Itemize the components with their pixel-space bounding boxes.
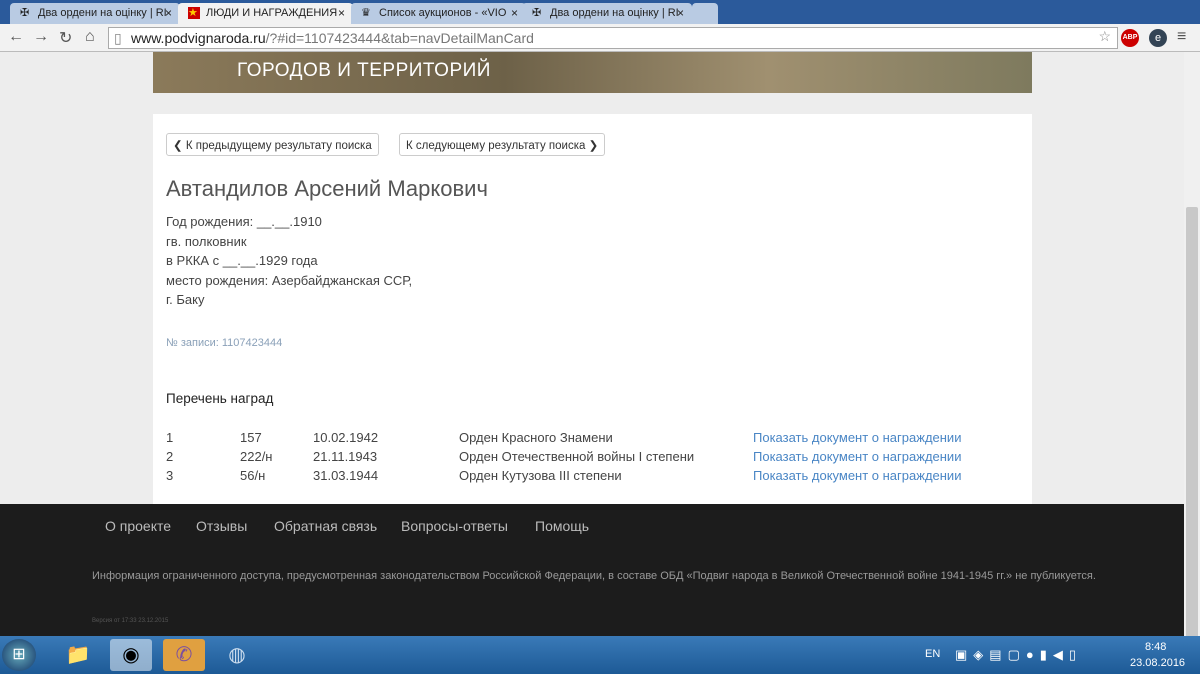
show-document-link[interactable]: Показать документ о награждении [753,430,961,445]
adblock-icon[interactable]: ABP [1121,29,1139,47]
page-icon: ▯ [114,30,122,46]
close-tab-icon[interactable]: × [511,6,518,20]
menu-icon[interactable]: ≡ [1177,28,1186,46]
award-row: 1 157 10.02.1942 Орден Красного Знамени Пока… [166,430,962,445]
close-tab-icon[interactable]: × [677,6,684,20]
prev-result-button[interactable]: ❮ К предыдущему результату поиска [166,133,379,156]
taskbar: ⊞ 📁 ◉ ✆ ◍ EN ▣◈▤▢●▮◀▯ 8:48 23.08.2016 [0,636,1200,674]
award-row: 3 56/н 31.03.1944 Орден Кутузова III степен… [166,468,962,483]
record-number: № записи: 1107423444 [166,337,283,349]
show-document-link[interactable]: Показать документ о награждении [753,468,961,483]
clock-date[interactable]: 23.08.2016 [1130,657,1185,669]
address-bar[interactable]: ▯ www.podvignaroda.ru/?#id=1107423444&tab… [108,27,1118,49]
home-icon[interactable]: ⌂ [85,28,95,46]
show-document-link[interactable]: Показать документ о награждении [753,449,961,464]
close-tab-icon[interactable]: × [338,6,345,20]
back-icon[interactable]: ← [8,28,24,46]
language-indicator[interactable]: EN [925,648,940,660]
awards-title: Перечень наград [166,391,274,406]
tab-strip: ✠ Два ордени на оцінку | RI × ★ ЛЮДИ И НАГР… [0,0,1200,24]
cross-icon: ✠ [532,7,542,19]
page-content: ГОРОДОВ И ТЕРРИТОРИЙ ❮ К предыдущему рез… [0,52,1184,636]
browser-toolbar: ← → ↻ ⌂ ▯ www.podvignaroda.ru/?#id=110742… [0,24,1200,52]
reload-icon[interactable]: ↻ [59,28,72,48]
person-info: Год рождения: __.__.1910 гв. полковник в… [166,214,413,307]
crown-icon: ♛ [361,7,371,19]
google-earth-icon[interactable]: ◍ [216,639,258,671]
viber-icon[interactable]: ✆ [163,639,205,671]
footer-link-help[interactable]: Помощь [535,518,589,534]
tab-2[interactable]: ★ ЛЮДИ И НАГРАЖДЕНИЯ × [178,3,353,24]
scrollbar[interactable] [1184,52,1200,637]
start-button[interactable]: ⊞ [2,639,36,671]
person-name: Автандилов Арсений Маркович [166,176,488,201]
scrollbar-thumb[interactable] [1186,207,1198,637]
tab-1[interactable]: ✠ Два ордени на оцінку | RI × [10,3,180,24]
tab-4[interactable]: ✠ Два ордени на оцінку | RI × [522,3,692,24]
tray-icons[interactable]: ▣◈▤▢●▮◀▯ [955,647,1082,663]
footer-link-reviews[interactable]: Отзывы [196,518,247,534]
footer-link-about[interactable]: О проекте [105,518,171,534]
chrome-icon[interactable]: ◉ [110,639,152,671]
extension-icon[interactable]: e [1149,29,1167,47]
version-text: Версия от 17:33 23.12.2015 [92,618,169,624]
award-row: 2 222/н 21.11.1943 Орден Отечественной войн… [166,449,962,464]
footer-link-feedback[interactable]: Обратная связь [274,518,377,534]
clock-time[interactable]: 8:48 [1145,641,1166,653]
cross-icon: ✠ [20,7,30,19]
new-tab-button[interactable] [692,3,718,24]
star-icon[interactable]: ☆ [1098,28,1111,45]
site-icon: ★ [188,7,200,19]
footer-notice: Информация ограниченного доступа, предус… [92,570,1096,582]
header-banner: ГОРОДОВ И ТЕРРИТОРИЙ [153,52,1032,93]
explorer-icon[interactable]: 📁 [57,639,99,671]
footer: О проекте Отзывы Обратная связь Вопросы-… [0,504,1184,636]
next-result-button[interactable]: К следующему результату поиска ❯ [399,133,606,156]
close-tab-icon[interactable]: × [165,6,172,20]
footer-link-faq[interactable]: Вопросы-ответы [401,518,508,534]
tab-3[interactable]: ♛ Список аукционов - «VIO × [351,3,526,24]
forward-icon[interactable]: → [33,28,49,46]
